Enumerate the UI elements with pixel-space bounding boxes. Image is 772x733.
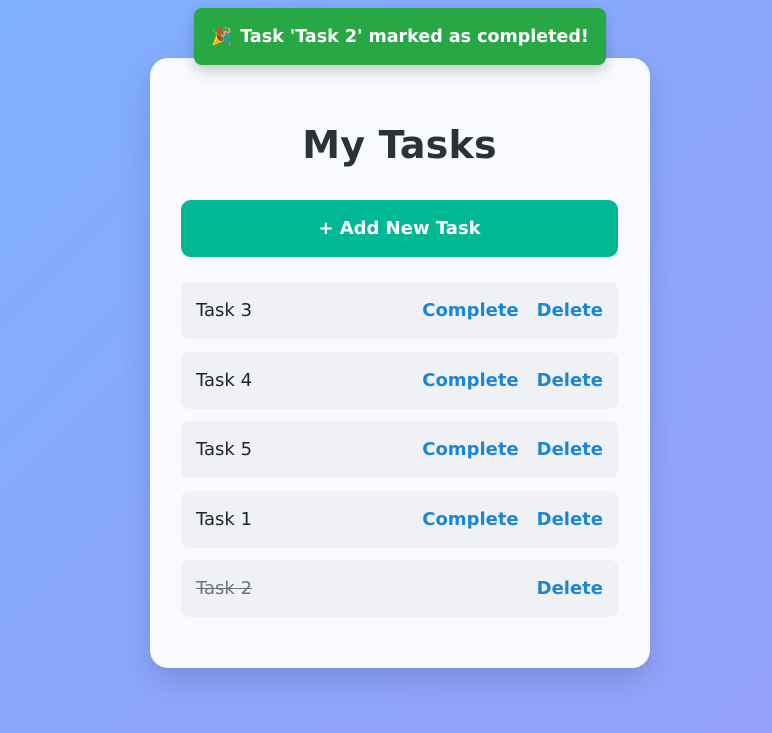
task-actions: Complete Delete	[422, 509, 603, 530]
task-row: Task 1 Complete Delete	[181, 490, 618, 548]
delete-button[interactable]: Delete	[537, 509, 603, 530]
toast-message: Task 'Task 2' marked as completed!	[240, 26, 589, 47]
task-row: Task 3 Complete Delete	[181, 282, 618, 339]
success-toast: 🎉 Task 'Task 2' marked as completed!	[194, 8, 606, 65]
task-row: Task 5 Complete Delete	[181, 421, 618, 479]
delete-button[interactable]: Delete	[537, 578, 603, 599]
task-actions: Delete	[537, 578, 603, 599]
party-popper-icon: 🎉	[211, 26, 233, 47]
delete-button[interactable]: Delete	[537, 300, 603, 321]
complete-button[interactable]: Complete	[422, 509, 518, 530]
task-name-completed: Task 2	[196, 578, 253, 600]
task-actions: Complete Delete	[422, 370, 603, 391]
complete-button[interactable]: Complete	[422, 439, 518, 460]
task-list: Task 3 Complete Delete Task 4 Complete D…	[181, 282, 618, 618]
task-name: Task 3	[196, 300, 253, 321]
delete-button[interactable]: Delete	[537, 370, 603, 391]
task-row: Task 4 Complete Delete	[181, 351, 618, 409]
task-name: Task 1	[196, 508, 253, 530]
task-name: Task 5	[196, 439, 253, 461]
task-name: Task 4	[196, 369, 253, 391]
page-title: My Tasks	[302, 123, 497, 167]
task-actions: Complete Delete	[422, 300, 603, 321]
complete-button[interactable]: Complete	[422, 300, 518, 321]
delete-button[interactable]: Delete	[537, 439, 603, 460]
add-task-button[interactable]: + Add New Task	[181, 200, 618, 257]
task-card: My Tasks + Add New Task Task 3 Complete …	[150, 58, 650, 668]
task-actions: Complete Delete	[422, 439, 603, 460]
complete-button[interactable]: Complete	[422, 370, 518, 391]
task-row: Task 2 Delete	[181, 560, 618, 618]
